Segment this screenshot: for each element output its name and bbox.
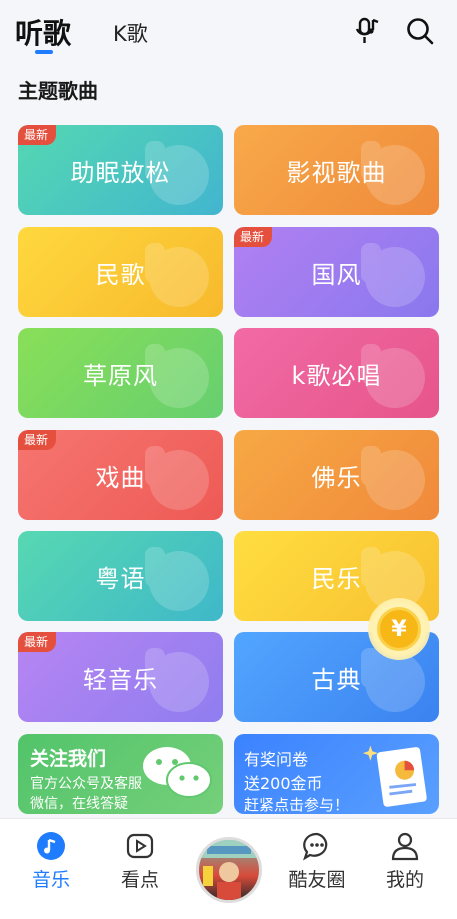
new-badge: 最新 xyxy=(18,632,57,652)
theme-card[interactable]: 最新国风 xyxy=(234,227,439,317)
search-icon[interactable] xyxy=(405,16,435,46)
album-art-icon xyxy=(199,840,259,900)
theme-card-label: 轻音乐 xyxy=(83,665,158,694)
tab-karaoke[interactable]: K歌 xyxy=(113,18,148,48)
nav-label: 看点 xyxy=(120,869,159,891)
nav-item-mine[interactable]: 我的 xyxy=(370,831,440,892)
coin-reward-button[interactable]: ¥ xyxy=(368,598,430,660)
survey-line3: 赶紧点击参与！ xyxy=(244,796,350,814)
theme-card[interactable]: k歌必唱 xyxy=(234,328,439,418)
person-icon xyxy=(390,831,420,861)
section-title: 主题歌曲 xyxy=(18,79,98,103)
new-badge: 最新 xyxy=(18,125,57,145)
promo-left-sub: 官方公众号及客服微信，在线答疑 xyxy=(30,776,142,812)
theme-card-label: 民乐 xyxy=(311,564,362,593)
card-decoration-icon xyxy=(145,446,209,510)
theme-card[interactable]: 影视歌曲 xyxy=(234,125,439,215)
theme-card[interactable]: 最新 助眠放松 xyxy=(18,125,223,215)
music-note-icon xyxy=(36,831,66,861)
theme-card-label: 影视歌曲 xyxy=(286,158,387,187)
chat-bubble-icon xyxy=(302,831,332,861)
card-decoration-icon xyxy=(361,446,425,510)
now-playing-avatar[interactable] xyxy=(196,837,262,903)
promo-left-title: 关注我们 xyxy=(30,748,107,770)
theme-card[interactable]: 草原风 xyxy=(18,328,223,418)
theme-card-label: 戏曲 xyxy=(95,463,146,492)
theme-card[interactable]: 最新轻音乐 xyxy=(18,632,223,722)
mic-note-icon[interactable] xyxy=(353,16,383,46)
nav-label: 音乐 xyxy=(31,869,70,891)
theme-card[interactable]: 民歌 xyxy=(18,227,223,317)
theme-card[interactable]: 粤语 xyxy=(18,531,223,621)
theme-card-label: 佛乐 xyxy=(311,463,362,492)
wechat-icon xyxy=(143,747,212,798)
top-header: 听歌 K歌 xyxy=(0,0,457,64)
nav-label: 我的 xyxy=(385,869,424,891)
play-square-icon xyxy=(125,831,155,861)
card-decoration-icon xyxy=(145,243,209,307)
card-decoration-icon xyxy=(361,243,425,307)
theme-card-label: 粤语 xyxy=(95,564,146,593)
theme-card[interactable]: 最新戏曲 xyxy=(18,430,223,520)
tab-listen[interactable]: 听歌 xyxy=(15,12,71,52)
new-badge: 最新 xyxy=(234,227,273,247)
theme-card-label: 草原风 xyxy=(83,361,158,390)
new-badge: 最新 xyxy=(18,430,57,450)
nav-item-friends[interactable]: 酷友圈 xyxy=(282,831,352,892)
nav-item-watch[interactable]: 看点 xyxy=(105,831,175,892)
follow-us-banner[interactable]: 关注我们 官方公众号及客服微信，在线答疑 xyxy=(18,734,223,814)
theme-card-label: k歌必唱 xyxy=(291,361,382,390)
document-chart-icon xyxy=(362,745,427,807)
survey-line1: 有奖问卷 xyxy=(244,750,309,769)
yuan-coin-icon: ¥ xyxy=(377,607,421,651)
survey-line2: 送200金币 xyxy=(244,774,323,793)
card-decoration-icon xyxy=(145,547,209,611)
theme-card-label: 古典 xyxy=(311,665,362,694)
theme-card-label: 民歌 xyxy=(95,260,146,289)
theme-card-label: 助眠放松 xyxy=(70,158,171,187)
nav-label: 酷友圈 xyxy=(288,869,346,891)
survey-banner[interactable]: 有奖问卷 送200金币 赶紧点击参与！ xyxy=(234,734,439,814)
theme-card-label: 国风 xyxy=(311,260,362,289)
theme-card[interactable]: 佛乐 xyxy=(234,430,439,520)
nav-item-music[interactable]: 音乐 xyxy=(16,831,86,892)
tab-active-indicator xyxy=(35,50,53,54)
bottom-nav: 音乐 看点 酷友圈 我的 xyxy=(0,818,457,919)
